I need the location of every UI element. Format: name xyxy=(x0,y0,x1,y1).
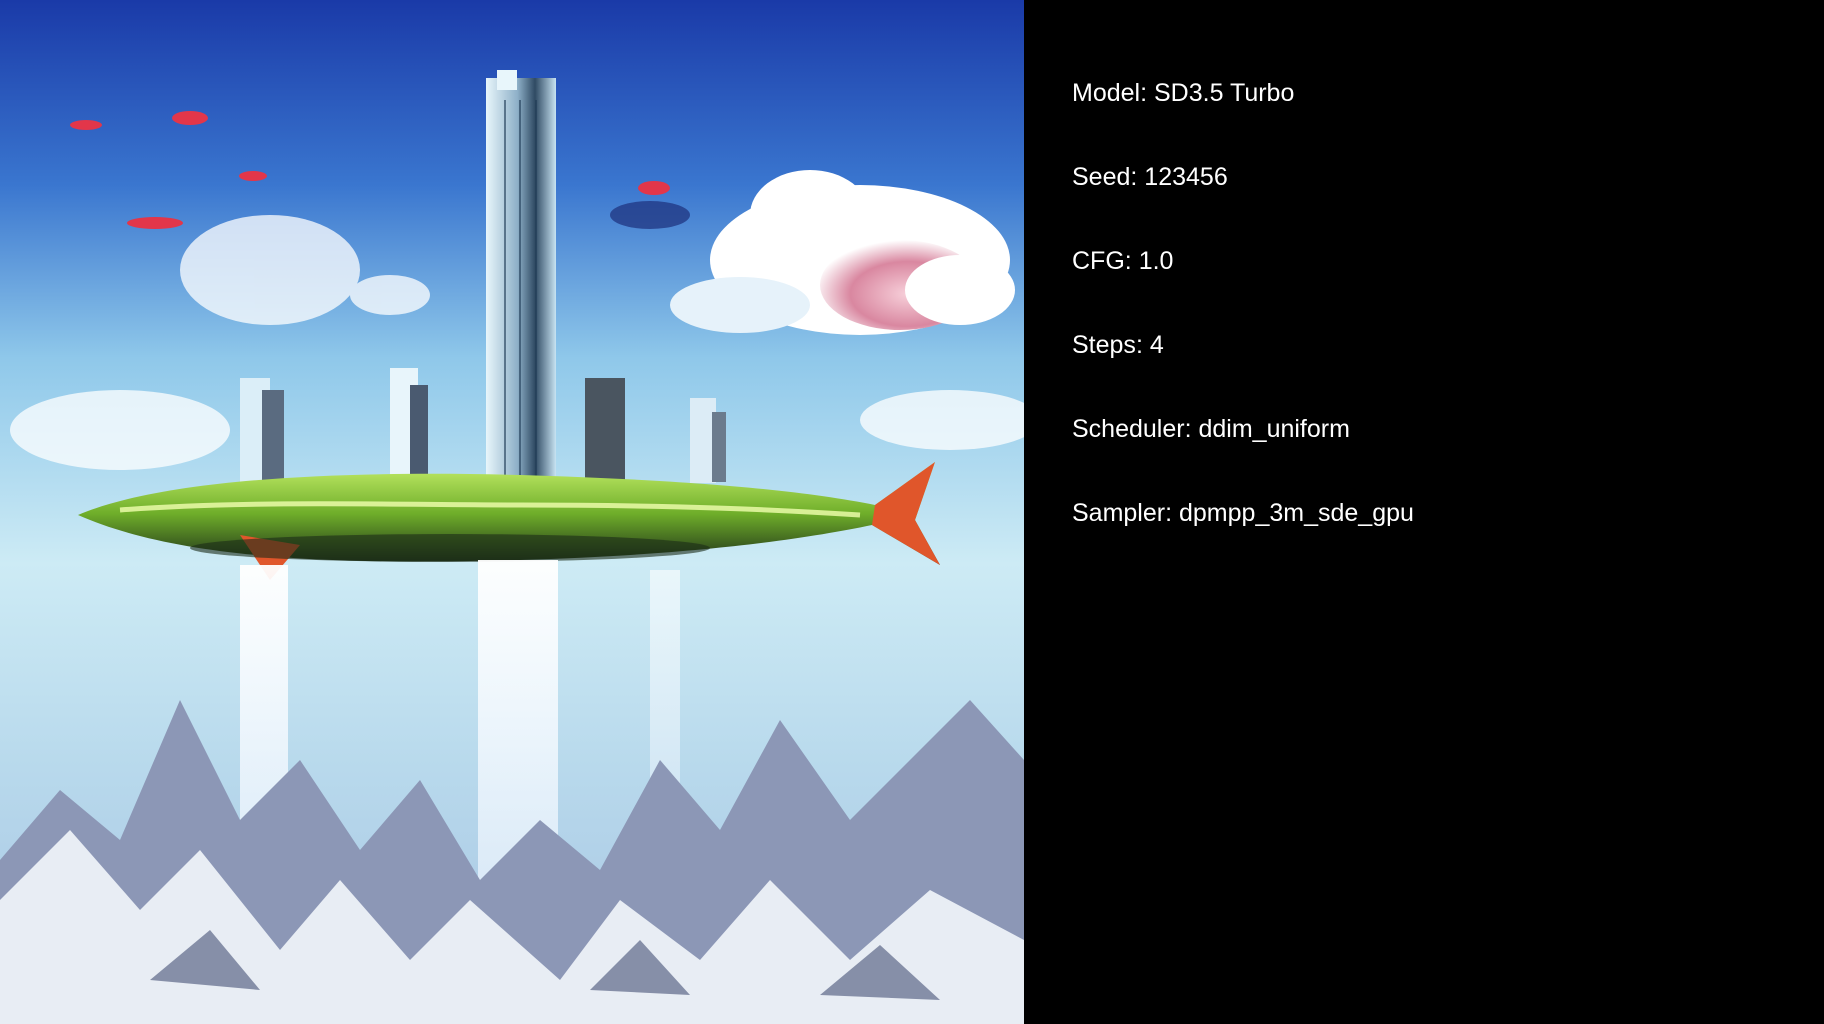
result-frame: Model: SD3.5 Turbo Seed: 123456 CFG: 1.0… xyxy=(0,0,1824,1024)
generated-image-art xyxy=(0,0,1024,1024)
metadata-model: Model: SD3.5 Turbo xyxy=(1072,79,1295,107)
generation-metadata: Model: SD3.5 Turbo Seed: 123456 CFG: 1.0… xyxy=(1024,0,1824,1024)
generated-image xyxy=(0,0,1024,1024)
metadata-seed: Seed: 123456 xyxy=(1072,163,1228,191)
metadata-scheduler: Scheduler: ddim_uniform xyxy=(1072,415,1350,443)
metadata-cfg: CFG: 1.0 xyxy=(1072,247,1174,275)
metadata-sampler: Sampler: dpmpp_3m_sde_gpu xyxy=(1072,499,1414,527)
metadata-steps: Steps: 4 xyxy=(1072,331,1164,359)
